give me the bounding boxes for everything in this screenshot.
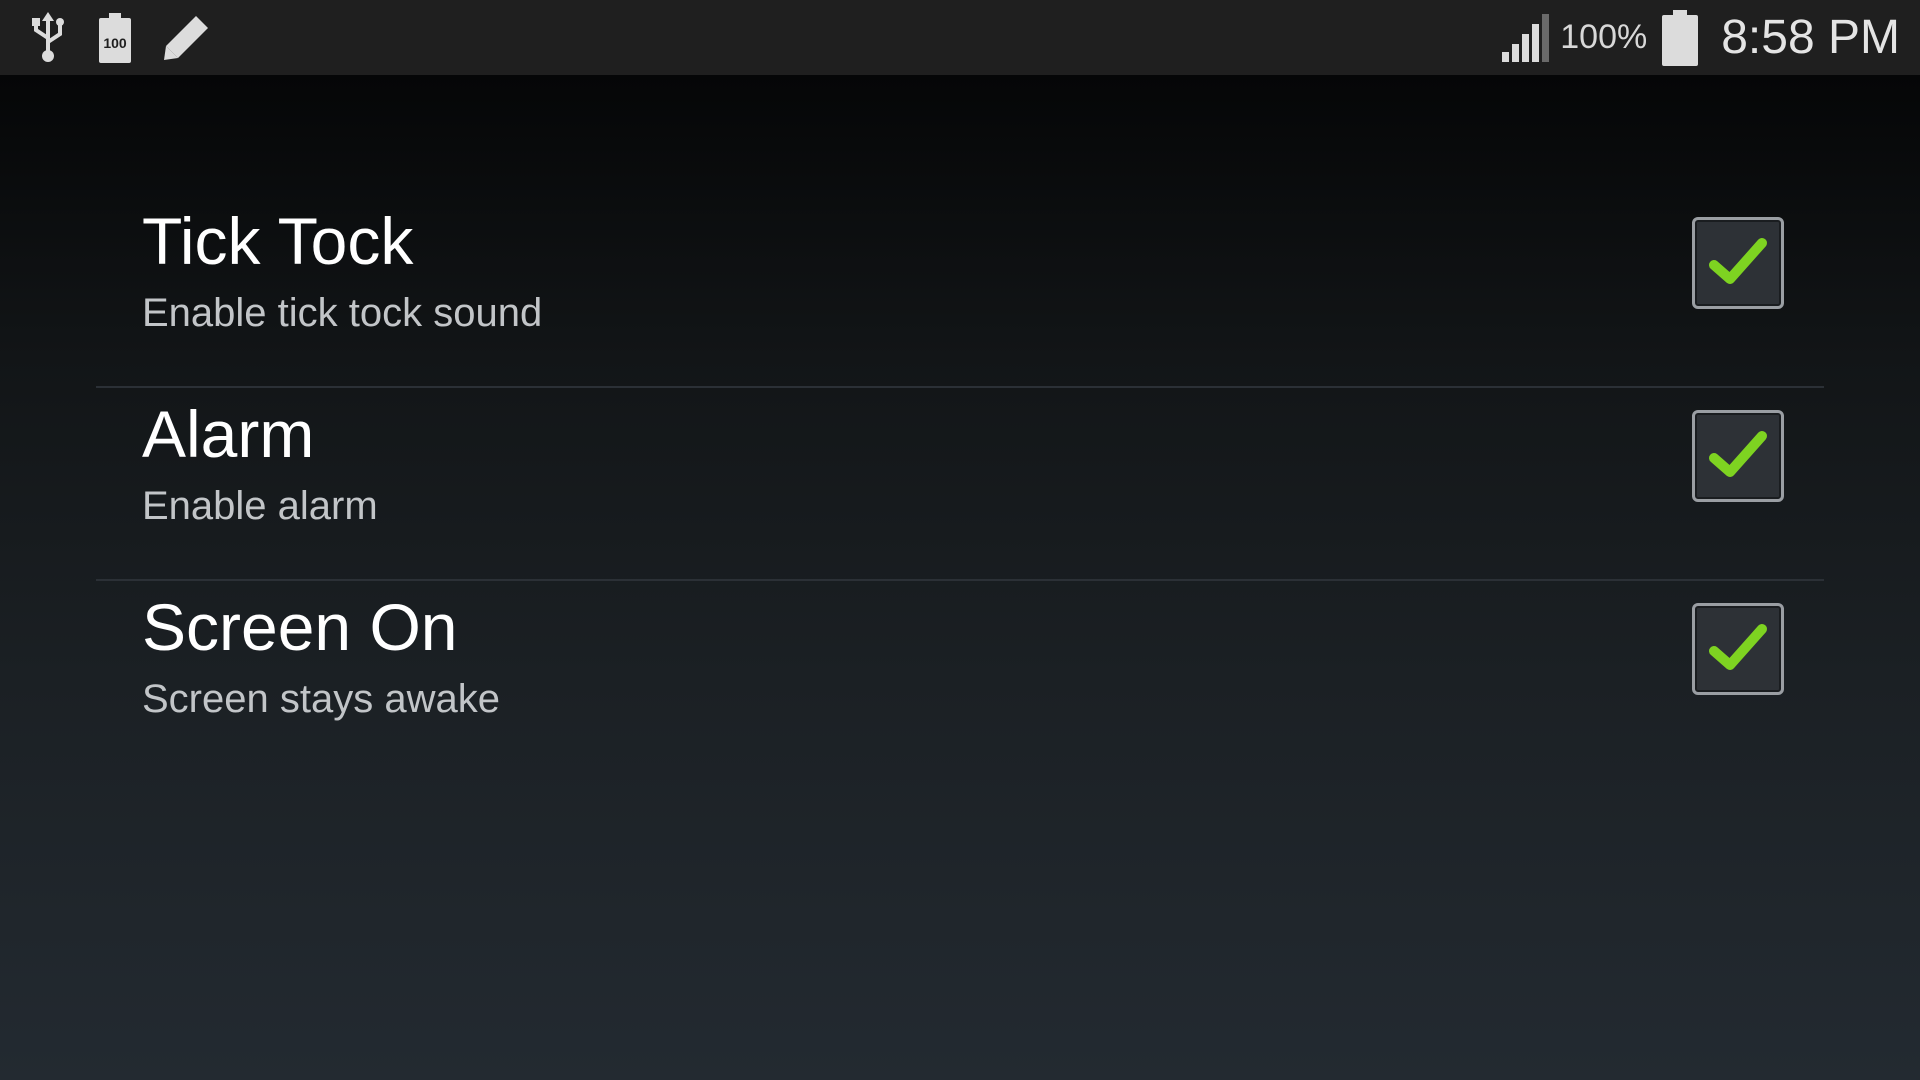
battery-full-icon	[1661, 9, 1699, 66]
settings-screen: 100 100% 8:58 PM Tick Tock Enable tick t…	[0, 0, 1920, 1080]
status-bar: 100 100% 8:58 PM	[0, 0, 1920, 75]
preference-screen-on[interactable]: Screen On Screen stays awake	[96, 581, 1824, 774]
preference-summary: Enable tick tock sound	[142, 291, 543, 335]
preference-tick-tock[interactable]: Tick Tock Enable tick tock sound	[96, 195, 1824, 388]
tick-tock-checkbox[interactable]	[1692, 217, 1784, 309]
alarm-checkbox[interactable]	[1692, 410, 1784, 502]
status-bar-notifications: 100	[28, 11, 240, 64]
battery-100-notification-icon: 100	[98, 12, 132, 63]
status-bar-system: 100% 8:58 PM	[1500, 9, 1900, 66]
screen-on-checkbox[interactable]	[1692, 603, 1784, 695]
preference-title: Screen On	[142, 590, 458, 664]
preference-alarm[interactable]: Alarm Enable alarm	[96, 388, 1824, 581]
check-mark-icon	[1709, 431, 1767, 477]
preference-list: Tick Tock Enable tick tock sound Alarm E…	[96, 195, 1824, 774]
preference-title: Tick Tock	[142, 204, 414, 278]
check-mark-icon	[1709, 238, 1767, 284]
battery-percent: 100%	[1560, 18, 1648, 56]
signal-bars-icon	[1500, 13, 1550, 62]
pencil-icon	[162, 14, 210, 62]
preference-summary: Screen stays awake	[142, 677, 500, 721]
usb-icon	[28, 11, 68, 64]
preference-title: Alarm	[142, 397, 315, 471]
status-bar-clock: 8:58 PM	[1721, 11, 1900, 64]
preferences-screen: Tick Tock Enable tick tock sound Alarm E…	[0, 75, 1920, 1080]
battery-notification-label: 100	[103, 35, 127, 51]
preference-summary: Enable alarm	[142, 484, 378, 528]
check-mark-icon	[1709, 624, 1767, 670]
